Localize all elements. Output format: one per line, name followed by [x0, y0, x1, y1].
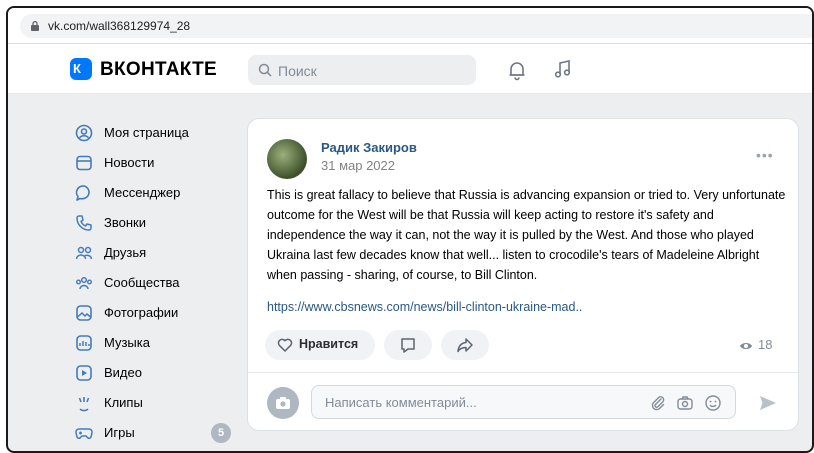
search-placeholder: Поиск [278, 63, 317, 79]
sidebar-item-video[interactable]: Видео [74, 360, 239, 390]
attach-icon[interactable] [649, 394, 667, 412]
post-text: This is great fallacy to believe that Ru… [267, 188, 786, 282]
comment-icon [401, 338, 415, 353]
sidebar-item-friends[interactable]: Друзья [74, 240, 239, 270]
url-text[interactable]: vk.com/wall368129974_28 [48, 19, 190, 33]
vk-logo-icon[interactable]: К [70, 58, 92, 80]
bell-icon[interactable] [506, 59, 528, 81]
sidebar-item-news[interactable]: Новости [74, 150, 239, 180]
profile-icon [75, 124, 93, 142]
comment-placeholder: Написать комментарий... [325, 395, 477, 410]
lock-icon [31, 21, 39, 31]
share-icon [457, 338, 473, 353]
sidebar-item-games[interactable]: Игры 5 [74, 420, 239, 450]
logo-text[interactable]: ВКОНТАКТЕ [100, 59, 217, 81]
messenger-icon [75, 185, 90, 201]
games-icon [75, 428, 93, 440]
sidebar-item-label: Звонки [104, 215, 146, 230]
sidebar-item-calls[interactable]: Звонки [74, 210, 239, 240]
browser-window: vk.com/wall368129974_28 К ВКОНТАКТЕ Поис… [6, 6, 814, 453]
photos-icon [76, 305, 92, 321]
like-label: Нравится [299, 337, 359, 351]
camera-icon[interactable] [676, 394, 694, 412]
views-count: 18 [758, 337, 773, 352]
search-icon [258, 63, 272, 77]
sidebar-item-label: Сообщества [104, 275, 180, 290]
post-author[interactable]: Радик Закиров [321, 140, 417, 155]
sidebar-item-communities[interactable]: Сообщества [74, 270, 239, 300]
like-button[interactable]: Нравится [265, 330, 375, 360]
phone-icon [76, 215, 92, 231]
sidebar-item-label: Новости [104, 155, 155, 170]
left-nav: Моя страница Новости Мессенджер Звонки Д… [74, 120, 239, 450]
wall-post: Радик Закиров 31 мар 2022 ••• This is gr… [247, 118, 799, 431]
video-icon [76, 365, 92, 381]
author-avatar[interactable] [267, 139, 307, 179]
eye-icon [740, 343, 752, 349]
music-icon[interactable] [552, 58, 574, 80]
sidebar-item-label: Мессенджер [104, 185, 181, 200]
sidebar-item-messenger[interactable]: Мессенджер [74, 180, 239, 210]
send-icon[interactable] [758, 393, 778, 413]
sidebar-item-label: Игры [104, 425, 135, 440]
communities-icon [76, 276, 92, 290]
top-header: К ВКОНТАКТЕ Поиск [8, 44, 812, 94]
sidebar-item-label: Друзья [104, 245, 147, 260]
sidebar-item-music[interactable]: Музыка [74, 330, 239, 360]
sidebar-item-label: Музыка [104, 335, 150, 350]
heart-icon [277, 338, 293, 352]
sidebar-item-label: Клипы [104, 395, 143, 410]
post-date[interactable]: 31 мар 2022 [321, 158, 395, 173]
friends-icon [75, 246, 93, 260]
comment-input[interactable]: Написать комментарий... [311, 385, 736, 419]
sidebar-item-label: Фотографии [104, 305, 179, 320]
sidebar-item-my-page[interactable]: Моя страница [74, 120, 239, 150]
more-options-icon[interactable]: ••• [756, 147, 774, 163]
search-input[interactable]: Поиск [248, 55, 476, 85]
address-bar: vk.com/wall368129974_28 [8, 8, 812, 44]
post-link[interactable]: https://www.cbsnews.com/news/bill-clinto… [267, 300, 582, 314]
comment-button[interactable] [384, 330, 432, 360]
camera-icon [276, 397, 290, 409]
sidebar-item-label: Моя страница [104, 125, 189, 140]
share-button[interactable] [441, 330, 489, 360]
divider [248, 372, 798, 373]
music-icon [76, 335, 92, 351]
emoji-icon[interactable] [704, 394, 722, 412]
sidebar-item-label: Видео [104, 365, 142, 380]
news-icon [76, 155, 92, 171]
clips-icon [78, 397, 90, 412]
sidebar-item-photos[interactable]: Фотографии [74, 300, 239, 330]
sidebar-item-clips[interactable]: Клипы [74, 390, 239, 420]
games-count-badge: 5 [211, 423, 231, 443]
current-user-avatar [267, 387, 299, 419]
